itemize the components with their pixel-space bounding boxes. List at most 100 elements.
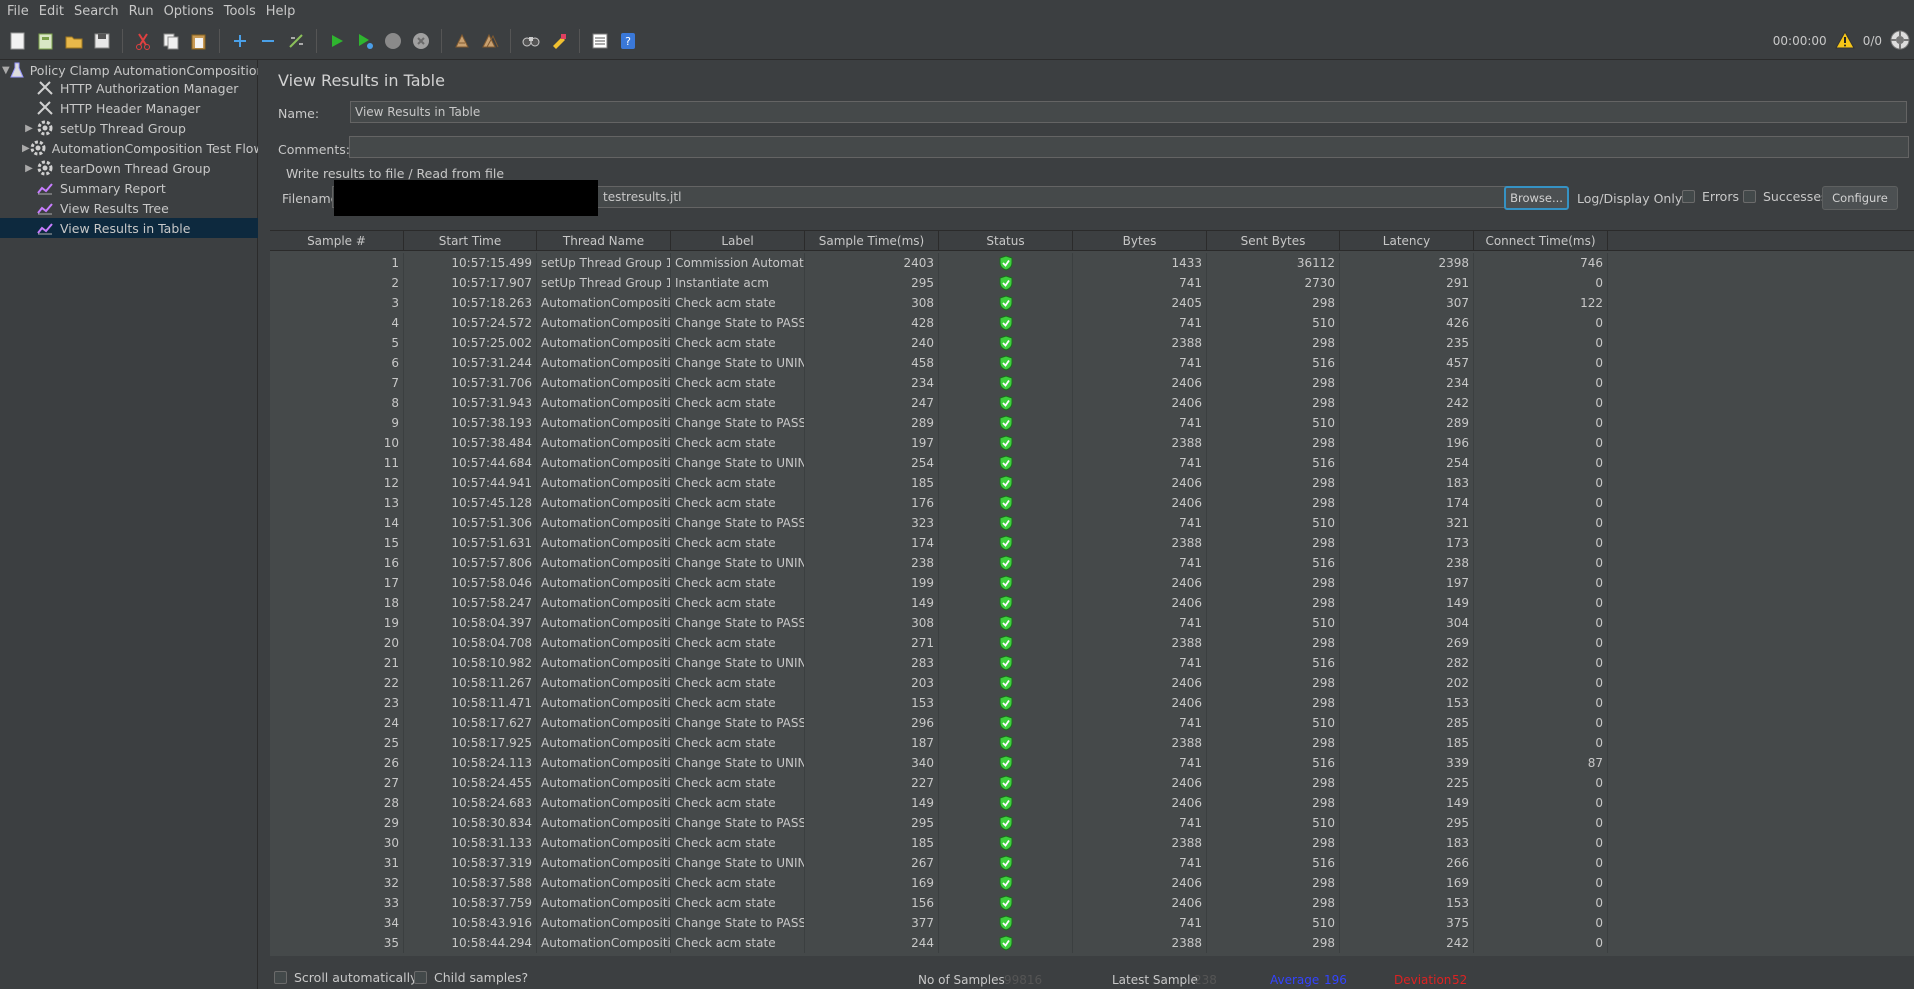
table-row[interactable]: 810:57:31.943AutomationComposition T...C… [270, 393, 1914, 413]
new-icon[interactable] [6, 29, 30, 53]
templates-icon[interactable] [34, 29, 58, 53]
errors-checkbox[interactable]: Errors [1682, 189, 1739, 204]
comments-field[interactable] [349, 136, 1909, 158]
save-icon[interactable] [90, 29, 114, 53]
table-row[interactable]: 2510:58:17.925AutomationComposition T...… [270, 733, 1914, 753]
open-icon[interactable] [62, 29, 86, 53]
table-row[interactable]: 3310:58:37.759AutomationComposition T...… [270, 893, 1914, 913]
tree-item-setup-thread-group[interactable]: ▶ setUp Thread Group [22, 118, 258, 138]
tree-item-http-header-manager[interactable]: HTTP Header Manager [22, 98, 258, 118]
table-row[interactable]: 310:57:18.263AutomationComposition T...C… [270, 293, 1914, 313]
warning-icon[interactable] [1834, 30, 1855, 52]
table-row[interactable]: 710:57:31.706AutomationComposition T...C… [270, 373, 1914, 393]
panel-splitter[interactable]: ⋮ [258, 60, 274, 989]
table-row[interactable]: 1210:57:44.941AutomationComposition T...… [270, 473, 1914, 493]
chevron-down-icon[interactable]: ▼ [2, 65, 10, 76]
menu-help[interactable]: Help [261, 4, 301, 19]
clear-icon[interactable] [450, 29, 474, 53]
toggle-icon[interactable] [284, 29, 308, 53]
menu-run[interactable]: Run [124, 4, 159, 19]
expand-all-icon[interactable] [228, 29, 252, 53]
column-header-bytes[interactable]: Bytes [1073, 231, 1207, 251]
column-header-latency[interactable]: Latency [1340, 231, 1474, 251]
chevron-right-icon[interactable]: ▶ [22, 143, 30, 154]
table-row[interactable]: 610:57:31.244AutomationComposition T...C… [270, 353, 1914, 373]
table-row[interactable]: 3510:58:44.294AutomationComposition T...… [270, 933, 1914, 953]
tree-item-teardown-thread-group[interactable]: ▶ tearDown Thread Group [22, 158, 258, 178]
table-row[interactable]: 2110:58:10.982AutomationComposition T...… [270, 653, 1914, 673]
collapse-all-icon[interactable] [256, 29, 280, 53]
table-row[interactable]: 510:57:25.002AutomationComposition T...C… [270, 333, 1914, 353]
scroll-checkbox-box[interactable] [274, 971, 287, 984]
tree-item-summary-report[interactable]: Summary Report [22, 178, 258, 198]
table-row[interactable]: 3410:58:43.916AutomationComposition T...… [270, 913, 1914, 933]
tree-item-test-plan[interactable]: ▼ Policy Clamp AutomationComposition P [2, 60, 276, 80]
table-row[interactable]: 2310:58:11.471AutomationComposition T...… [270, 693, 1914, 713]
table-row[interactable]: 2 10:57:17.907 setUp Thread Group 1-1 Insta… [270, 273, 1914, 293]
menu-tools[interactable]: Tools [219, 4, 261, 19]
tree-item-view-results-tree[interactable]: View Results Tree [22, 198, 258, 218]
table-row[interactable]: 2710:58:24.455AutomationComposition T...… [270, 773, 1914, 793]
child-samples-checkbox[interactable]: Child samples? [414, 970, 528, 985]
table-row[interactable]: 1510:57:51.631AutomationComposition T...… [270, 533, 1914, 553]
table-row[interactable]: 1 10:57:15.499 setUp Thread Group 1-1 Commi… [270, 253, 1914, 273]
reset-search-icon[interactable] [547, 29, 571, 53]
table-row[interactable]: 2810:58:24.683AutomationComposition T...… [270, 793, 1914, 813]
table-row[interactable]: 1610:57:57.806AutomationComposition T...… [270, 553, 1914, 573]
table-row[interactable]: 1110:57:44.684AutomationComposition T...… [270, 453, 1914, 473]
table-row[interactable]: 1410:57:51.306AutomationComposition T...… [270, 513, 1914, 533]
successes-checkbox[interactable]: Successes [1743, 189, 1828, 204]
column-header-thread-name[interactable]: Thread Name [537, 231, 671, 251]
cut-icon[interactable] [131, 29, 155, 53]
table-row[interactable]: 910:57:38.193AutomationComposition T...C… [270, 413, 1914, 433]
copy-icon[interactable] [159, 29, 183, 53]
table-row[interactable]: 1810:57:58.247AutomationComposition T...… [270, 593, 1914, 613]
chevron-right-icon[interactable]: ▶ [22, 163, 36, 174]
table-row[interactable]: 1010:57:38.484AutomationComposition T...… [270, 433, 1914, 453]
column-header-start-time[interactable]: Start Time [404, 231, 537, 251]
successes-checkbox-box[interactable] [1743, 190, 1756, 203]
function-helper-icon[interactable] [588, 29, 612, 53]
table-row[interactable]: 1310:57:45.128AutomationComposition T...… [270, 493, 1914, 513]
start-no-pauses-icon[interactable] [353, 29, 377, 53]
menu-file[interactable]: File [2, 4, 34, 19]
configure-button[interactable]: Configure [1822, 186, 1898, 210]
child-checkbox-box[interactable] [414, 971, 427, 984]
table-row[interactable]: 1910:58:04.397AutomationComposition T...… [270, 613, 1914, 633]
start-icon[interactable] [325, 29, 349, 53]
column-header-status[interactable]: Status [939, 231, 1073, 251]
menu-options[interactable]: Options [159, 4, 219, 19]
tree-item-http-authorization-manager[interactable]: HTTP Authorization Manager [22, 78, 258, 98]
menu-search[interactable]: Search [69, 4, 124, 19]
table-row[interactable]: 2910:58:30.834AutomationComposition T...… [270, 813, 1914, 833]
clear-all-icon[interactable] [478, 29, 502, 53]
errors-checkbox-box[interactable] [1682, 190, 1695, 203]
table-row[interactable]: 3210:58:37.588AutomationComposition T...… [270, 873, 1914, 893]
table-row[interactable]: 2410:58:17.627AutomationComposition T...… [270, 713, 1914, 733]
table-row[interactable]: 2210:58:11.267AutomationComposition T...… [270, 673, 1914, 693]
column-header-sample-time[interactable]: Sample Time(ms) [805, 231, 939, 251]
stop-icon[interactable] [381, 29, 405, 53]
scroll-automatically-checkbox[interactable]: Scroll automatically? [274, 970, 424, 985]
menu-edit[interactable]: Edit [34, 4, 69, 19]
help-icon[interactable]: ? [616, 29, 640, 53]
browse-button[interactable]: Browse... [1504, 186, 1569, 210]
table-row[interactable]: 3010:58:31.133AutomationComposition T...… [270, 833, 1914, 853]
search-icon[interactable] [519, 29, 543, 53]
column-header-label[interactable]: Label [671, 231, 805, 251]
tree-item-view-results-in-table[interactable]: View Results in Table [0, 218, 258, 238]
shutdown-icon[interactable] [409, 29, 433, 53]
table-row[interactable]: 2610:58:24.113AutomationComposition T...… [270, 753, 1914, 773]
table-row[interactable]: 1710:57:58.046AutomationComposition T...… [270, 573, 1914, 593]
table-row[interactable]: 3110:58:37.319AutomationComposition T...… [270, 853, 1914, 873]
tree-item-automationcomposition-test-flow[interactable]: ▶ AutomationComposition Test Flow [22, 138, 264, 158]
paste-icon[interactable] [187, 29, 211, 53]
column-header-sample-number[interactable]: Sample # [270, 231, 404, 251]
table-row[interactable]: 410:57:24.572AutomationComposition T...C… [270, 313, 1914, 333]
table-row[interactable]: 2010:58:04.708AutomationComposition T...… [270, 633, 1914, 653]
column-header-sent-bytes[interactable]: Sent Bytes [1207, 231, 1340, 251]
remote-icon[interactable] [1890, 30, 1910, 53]
name-field[interactable]: View Results in Table [350, 101, 1907, 123]
column-header-connect-time[interactable]: Connect Time(ms) [1474, 231, 1608, 251]
chevron-right-icon[interactable]: ▶ [22, 123, 36, 134]
